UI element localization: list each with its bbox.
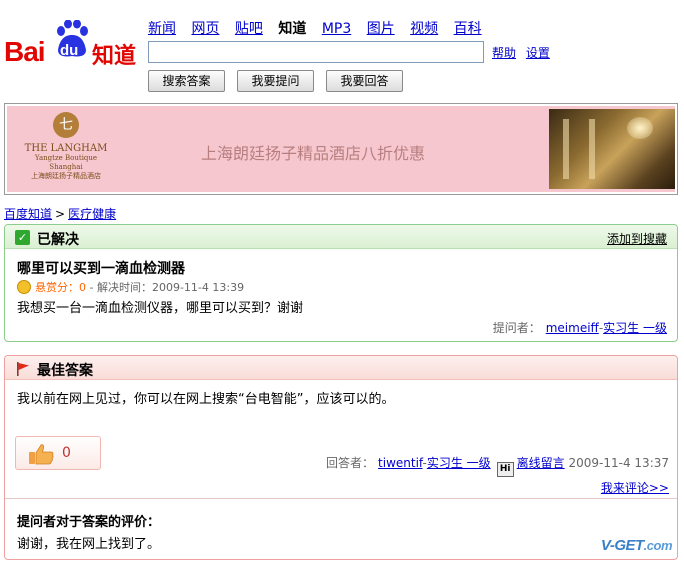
baidu-zhidao-logo[interactable]: Bai du 知道 bbox=[4, 18, 140, 69]
thumbs-up-button[interactable]: 0 bbox=[15, 436, 101, 470]
banner-promo-text: 上海朗廷扬子精品酒店八折优惠 bbox=[201, 144, 426, 163]
question-title: 哪里可以买到一滴血检测器 bbox=[17, 261, 185, 277]
asker-name-link[interactable]: meimeiff bbox=[546, 321, 599, 335]
answer-question-button[interactable]: 我要回答 bbox=[326, 70, 403, 92]
answer-time: 2009-11-4 13:37 bbox=[568, 456, 670, 470]
hotel-sub-1: Yangtze Boutique bbox=[34, 154, 98, 162]
thumbs-up-icon bbox=[29, 444, 54, 465]
red-flag-icon bbox=[17, 362, 29, 376]
best-answer-panel: 最佳答案 我以前在网上见过，你可以在网上搜索“台电智能”，应该可以的。 0 回答… bbox=[4, 355, 678, 560]
langham-emblem-icon: 七 bbox=[53, 112, 79, 138]
nav-tieba[interactable]: 贴吧 bbox=[235, 21, 263, 37]
resolved-time: - 解决时间：2009-11-4 13:39 bbox=[86, 281, 245, 294]
coin-icon bbox=[17, 280, 31, 294]
nav-zhidao-current: 知道 bbox=[278, 21, 307, 37]
asker-info: 提问者： meimeiff-实习生 一级 bbox=[492, 321, 667, 335]
nav-news[interactable]: 新闻 bbox=[148, 21, 176, 37]
answerer-name-link[interactable]: tiwentif bbox=[378, 456, 422, 470]
nav-web[interactable]: 网页 bbox=[191, 21, 219, 37]
question-body: 我想买一台一滴血检测仪器，哪里可以买到？谢谢 bbox=[17, 301, 304, 316]
best-answer-title: 最佳答案 bbox=[37, 363, 93, 379]
help-link[interactable]: 帮助 bbox=[492, 46, 516, 60]
hotel-lobby-image bbox=[549, 109, 675, 189]
settings-link[interactable]: 设置 bbox=[526, 46, 550, 60]
like-count: 0 bbox=[62, 445, 71, 461]
check-icon: ✓ bbox=[15, 230, 30, 245]
ask-question-button[interactable]: 我要提问 bbox=[237, 70, 314, 92]
asker-label: 提问者： bbox=[492, 321, 541, 335]
asker-evaluation-title: 提问者对于答案的评价： bbox=[17, 515, 161, 530]
nav-baike[interactable]: 百科 bbox=[454, 21, 482, 37]
question-header: ✓ 已解决 添加到搜藏 bbox=[5, 225, 677, 249]
answerer-level-link[interactable]: 实习生 一级 bbox=[427, 456, 491, 470]
logo-text-du: du bbox=[60, 42, 79, 59]
watermark-suffix: .com bbox=[643, 538, 673, 553]
logo-text-bai: Bai bbox=[4, 36, 46, 67]
ad-banner[interactable]: 七 THE LANGHAM Yangtze Boutique Shanghai … bbox=[4, 103, 678, 195]
hotel-name: THE LANGHAM bbox=[24, 143, 108, 154]
nav-images[interactable]: 图片 bbox=[367, 21, 395, 37]
add-comment-link[interactable]: 我来评论>> bbox=[601, 479, 669, 496]
search-input[interactable] bbox=[148, 41, 484, 63]
asker-evaluation-text: 谢谢，我在网上找到了。 bbox=[17, 537, 161, 552]
logo-text-zhidao: 知道 bbox=[92, 44, 137, 69]
nav-video[interactable]: 视频 bbox=[410, 21, 438, 37]
nav-mp3[interactable]: MP3 bbox=[322, 21, 351, 37]
breadcrumb-separator: > bbox=[55, 207, 66, 221]
hotel-sub-2: Shanghai bbox=[49, 163, 83, 171]
offline-message-link[interactable]: 离线留言 bbox=[517, 456, 565, 470]
solved-status: 已解决 bbox=[37, 232, 79, 248]
breadcrumb-category[interactable]: 医疗健康 bbox=[68, 207, 116, 221]
hotel-sub-3: 上海朗廷扬子精品酒店 bbox=[31, 172, 101, 180]
answerer-label: 回答者： bbox=[326, 456, 375, 470]
breadcrumb-root[interactable]: 百度知道 bbox=[4, 207, 52, 221]
help-links: 帮助 设置 bbox=[492, 44, 556, 61]
answerer-info: 回答者： tiwentif-实习生 一级 Hi 离线留言 2009-11-4 13:3… bbox=[326, 454, 669, 477]
answer-header: 最佳答案 bbox=[5, 356, 677, 380]
answer-body: 我以前在网上见过，你可以在网上搜索“台电智能”，应该可以的。 bbox=[17, 392, 395, 407]
vget-watermark: V-GET.com bbox=[600, 537, 673, 554]
message-icon: Hi bbox=[496, 462, 514, 477]
asker-level-link[interactable]: 实习生 一级 bbox=[603, 321, 667, 335]
top-nav: 新闻 网页 贴吧 知道 MP3 图片 视频 百科 bbox=[148, 18, 482, 38]
breadcrumb: 百度知道 > 医疗健康 bbox=[4, 205, 116, 222]
question-meta: 悬赏分：0 - 解决时间：2009-11-4 13:39 bbox=[17, 279, 244, 295]
divider bbox=[5, 498, 677, 499]
langham-hotel-logo: 七 THE LANGHAM Yangtze Boutique Shanghai … bbox=[19, 112, 113, 181]
reward-points: 悬赏分：0 bbox=[35, 281, 86, 294]
add-to-favorites-link[interactable]: 添加到搜藏 bbox=[607, 230, 667, 247]
watermark-main: V-GET bbox=[600, 537, 644, 554]
search-answer-button[interactable]: 搜索答案 bbox=[148, 70, 225, 92]
question-panel: ✓ 已解决 添加到搜藏 哪里可以买到一滴血检测器 悬赏分：0 - 解决时间：20… bbox=[4, 224, 678, 342]
